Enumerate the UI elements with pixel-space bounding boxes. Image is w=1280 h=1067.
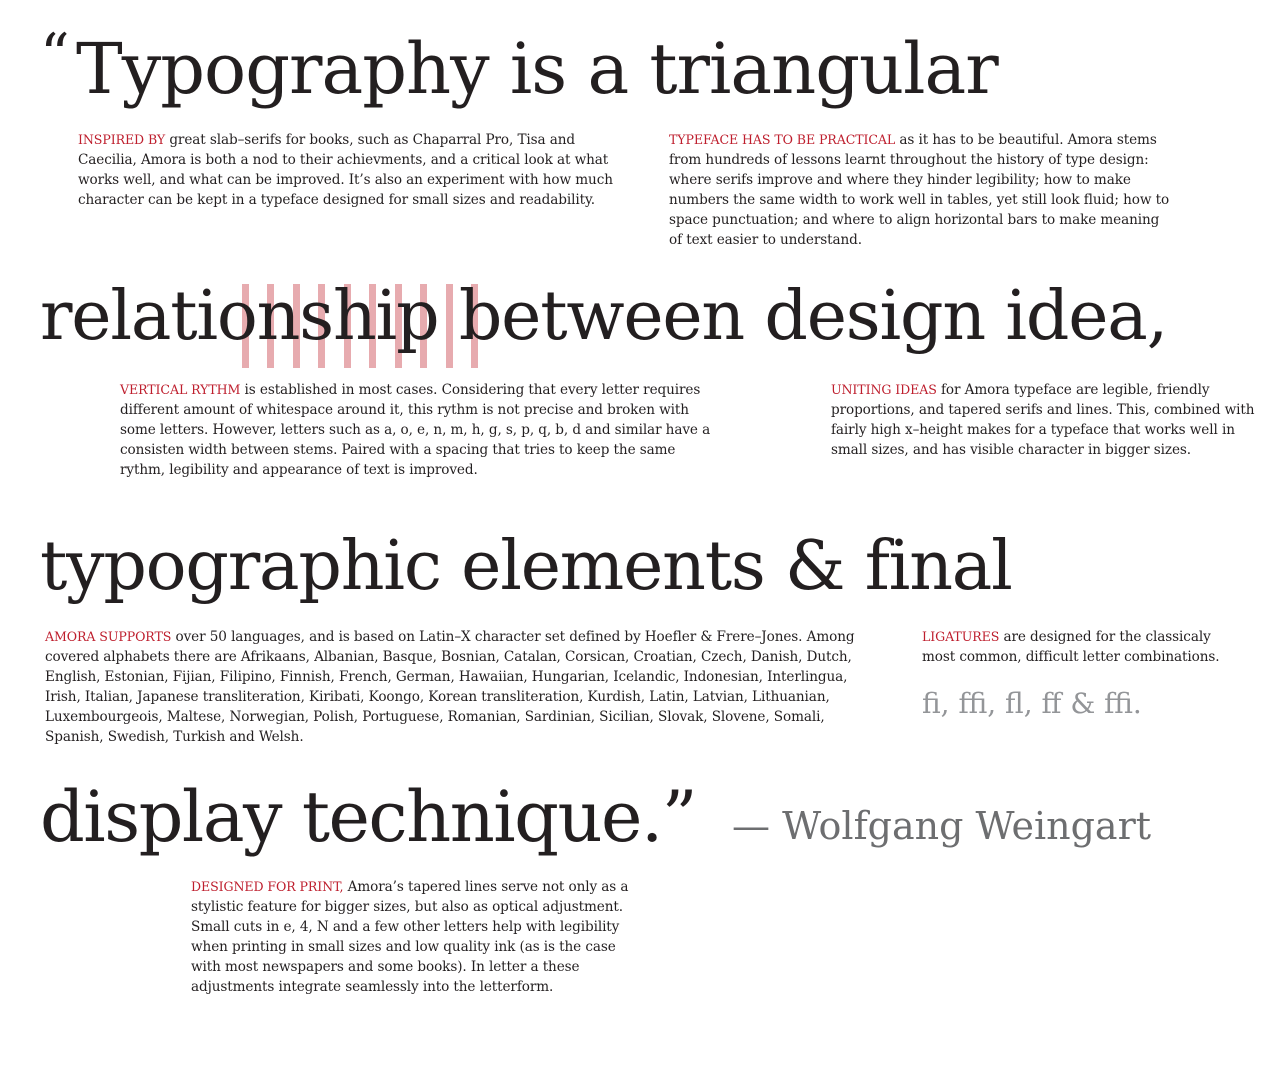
- paragraph-lead: INSPIRED BY: [78, 132, 166, 147]
- inspired-by-paragraph: INSPIRED BY great slab–serifs for books,…: [78, 130, 618, 210]
- quote-line-3: typographic elements & final: [40, 527, 1013, 606]
- vertical-rhythm-paragraph: VERTICAL RYTHM is established in most ca…: [120, 380, 720, 480]
- paragraph-lead: DESIGNED FOR PRINT,: [191, 879, 344, 894]
- paragraph-lead: AMORA SUPPORTS: [45, 629, 172, 644]
- paragraph-body: over 50 languages, and is based on Latin…: [45, 629, 855, 745]
- opening-quote-mark: “: [40, 21, 70, 89]
- paragraph-lead: UNITING IDEAS: [831, 382, 937, 397]
- paragraph-lead: LIGATURES: [922, 629, 1000, 644]
- paragraph-lead: TYPEFACE HAS TO BE PRACTICAL: [669, 132, 896, 147]
- ligature-sample: ﬁ, ﬃ, ﬂ, ﬀ & ﬃ.: [922, 687, 1142, 720]
- uniting-ideas-paragraph: UNITING IDEAS for Amora typeface are leg…: [831, 380, 1256, 460]
- quote-line-2: relationship between design idea,: [40, 277, 1168, 356]
- quote-line-1-text: Typography is a triangular: [76, 28, 999, 110]
- quote-line-4: display technique.”: [40, 776, 698, 858]
- practical-paragraph: TYPEFACE HAS TO BE PRACTICAL as it has t…: [669, 130, 1174, 250]
- quote-attribution: — Wolfgang Weingart: [732, 804, 1152, 848]
- language-support-paragraph: AMORA SUPPORTS over 50 languages, and is…: [45, 627, 870, 747]
- ligatures-paragraph: LIGATURES are designed for the classical…: [922, 627, 1222, 667]
- paragraph-body: as it has to be beautiful. Amora stems f…: [669, 132, 1170, 248]
- designed-for-print-paragraph: DESIGNED FOR PRINT, Amora’s tapered line…: [191, 877, 641, 997]
- paragraph-lead: VERTICAL RYTHM: [120, 382, 241, 397]
- quote-line-1: “ Typography is a triangular: [40, 26, 999, 104]
- paragraph-body: Amora’s tapered lines serve not only as …: [191, 879, 629, 995]
